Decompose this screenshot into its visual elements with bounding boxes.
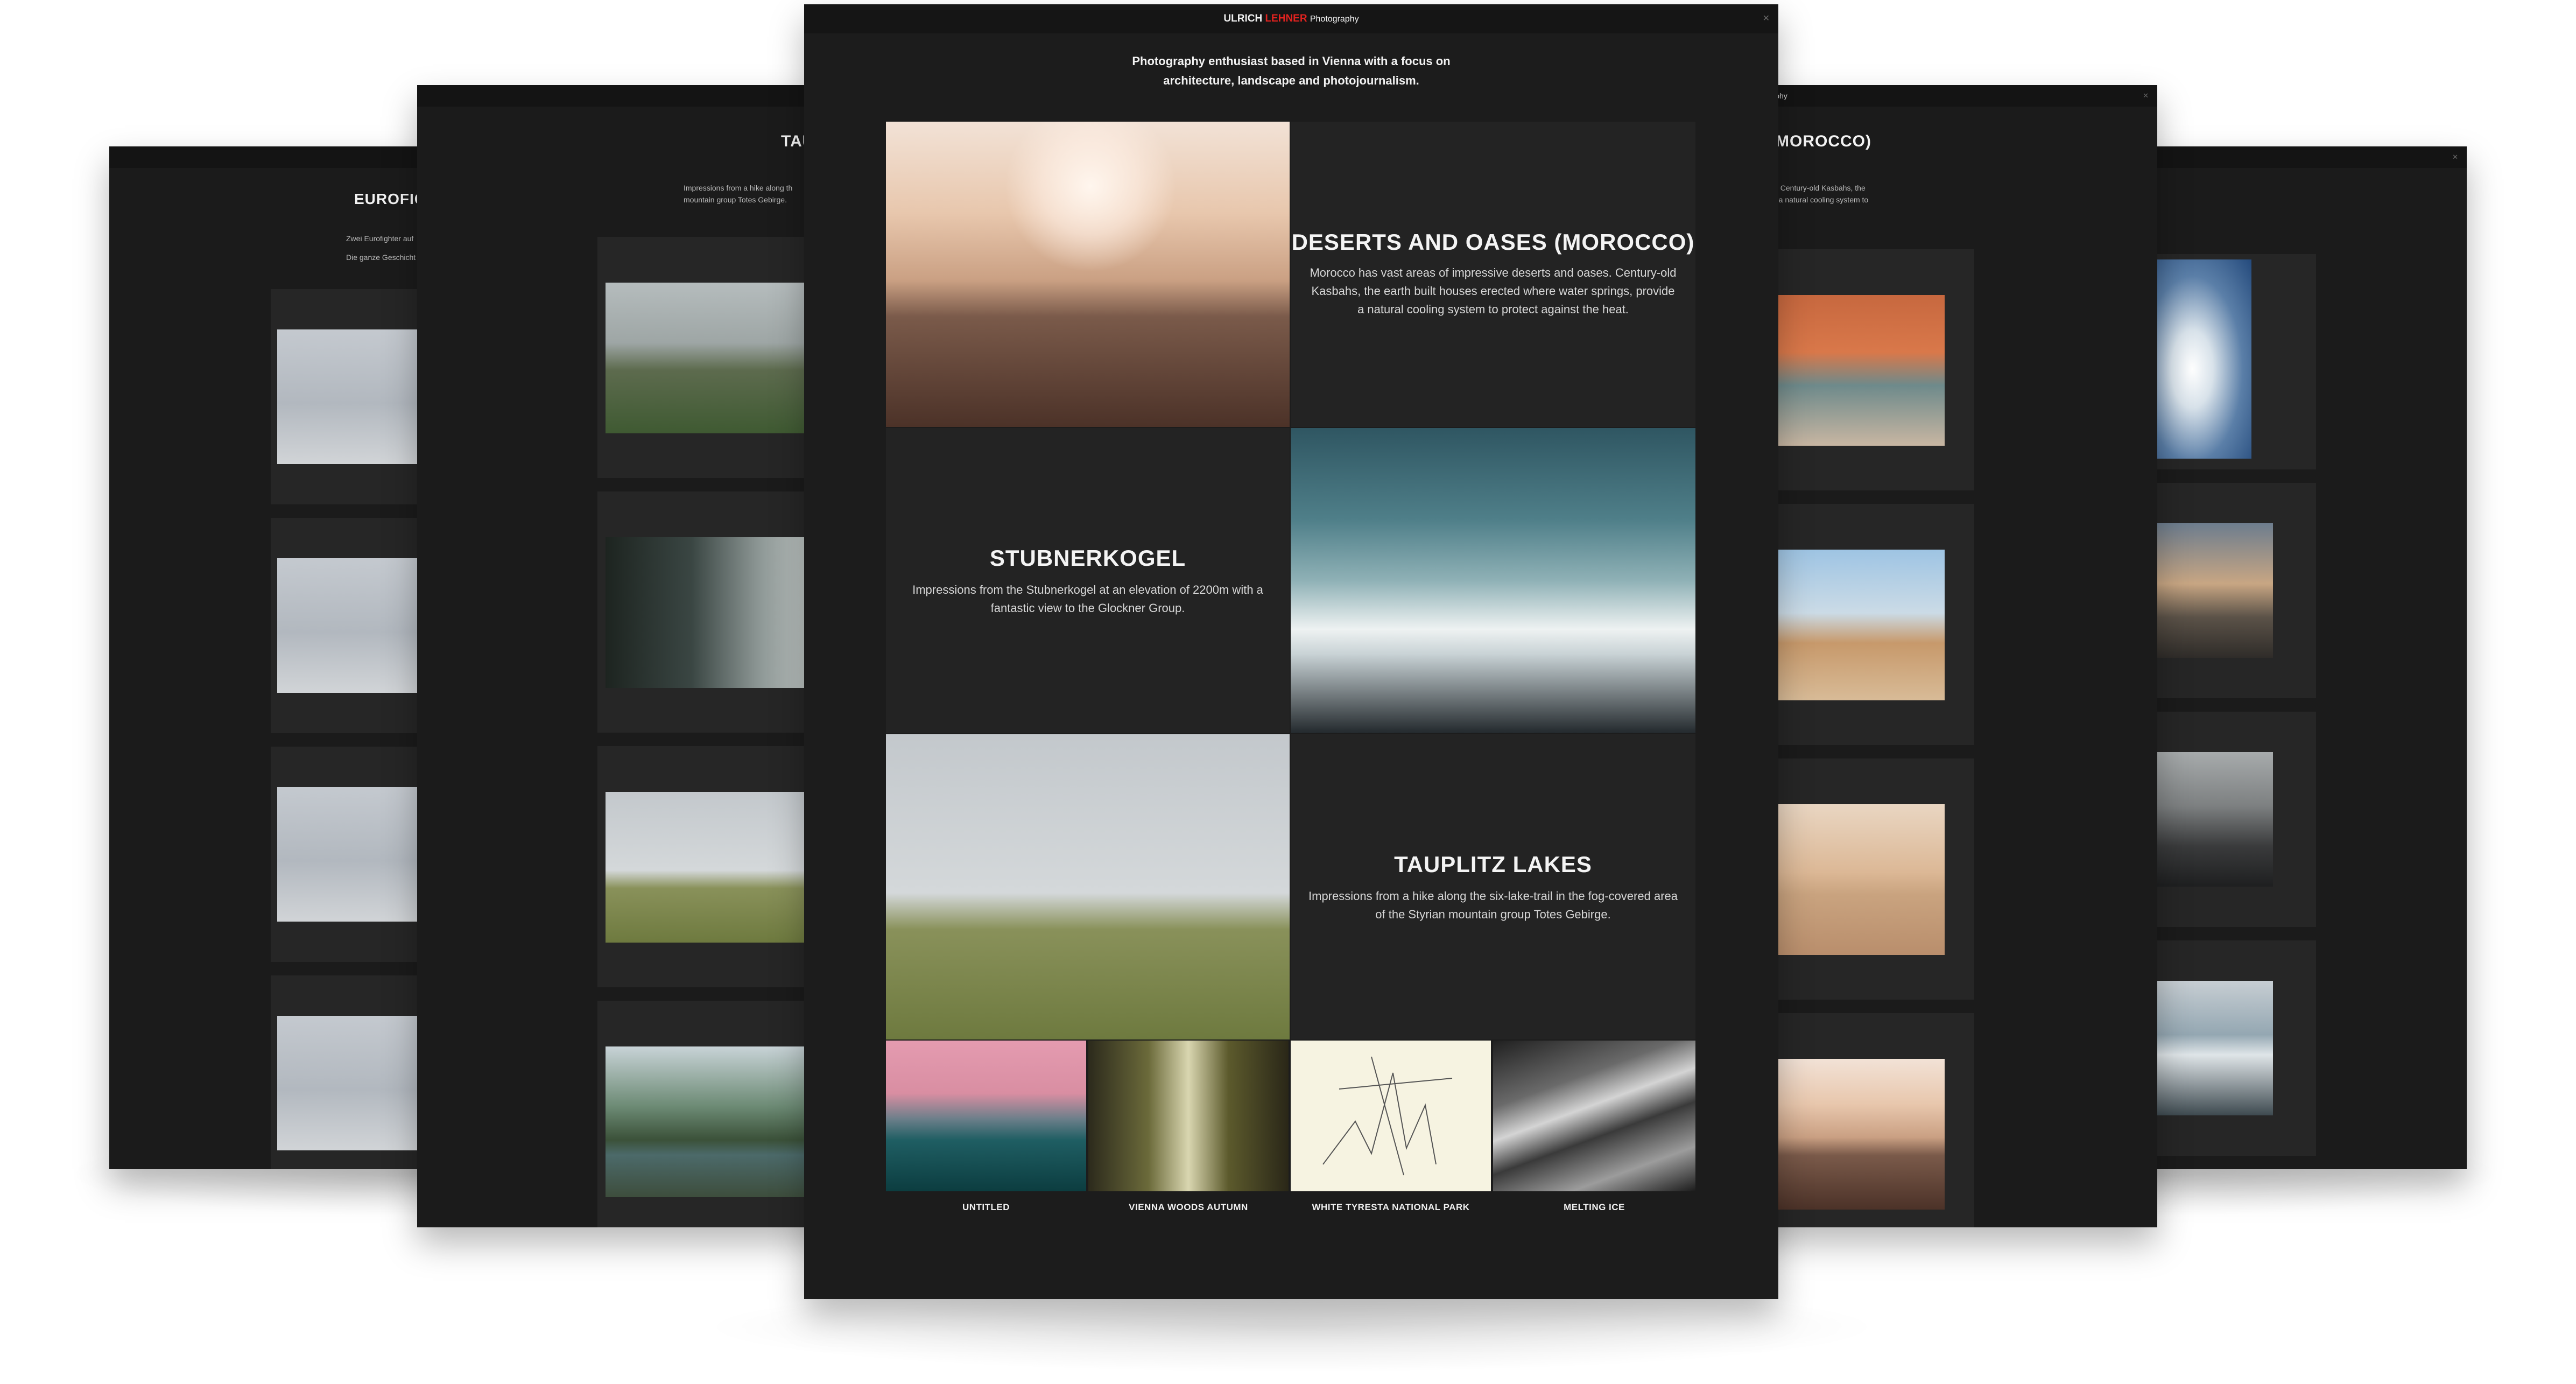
gallery-title: STUBNERKOGEL — [989, 545, 1186, 571]
left-intro-line1: Impressions from a hike along th — [684, 184, 793, 192]
thumbnail-caption[interactable]: VIENNA WOODS AUTUMN — [1088, 1202, 1289, 1213]
foggy-forest-photo — [606, 537, 821, 688]
thumbnail-white-tyresta[interactable] — [1291, 1041, 1491, 1191]
gallery-card-stubnerkogel[interactable]: STUBNERKOGEL Impressions from the Stubne… — [886, 428, 1290, 733]
close-icon[interactable]: ✕ — [1763, 4, 1770, 33]
tauplitz-lakes-photo[interactable] — [886, 734, 1290, 1039]
sun-glow — [1004, 122, 1177, 272]
deserts-oases-photo[interactable] — [886, 122, 1290, 427]
site-header: ULRICH LEHNER Photography — [804, 4, 1778, 33]
thumbnail-caption[interactable]: WHITE TYRESTA NATIONAL PARK — [1291, 1202, 1491, 1213]
main-page: ULRICH LEHNER Photography ✕ Photography … — [804, 4, 1778, 1299]
gallery-title: DESERTS AND OASES (MOROCCO) — [1291, 229, 1695, 255]
thumbnail-melting-ice[interactable] — [1493, 1041, 1695, 1191]
right-topbar: graphy — [1727, 85, 2157, 107]
close-icon[interactable]: ✕ — [2452, 146, 2458, 168]
thumbnail-untitled[interactable] — [886, 1041, 1086, 1191]
right-page-preview: graphy ✕ (MOROCCO) s. Century-old Kasbah… — [1727, 85, 2157, 1227]
gallery-card-deserts-oases[interactable]: DESERTS AND OASES (MOROCCO) Morocco has … — [1291, 122, 1695, 427]
left-intro-line2: mountain group Totes Gebirge. — [684, 195, 787, 204]
thumbnail-vienna-woods-autumn[interactable] — [1088, 1041, 1289, 1191]
thumbnail-caption[interactable]: UNTITLED — [886, 1202, 1086, 1213]
thumbnail-caption[interactable]: MELTING ICE — [1493, 1202, 1695, 1213]
gallery-description: Impressions from a hike along the six-la… — [1308, 889, 1678, 921]
brand-first-name[interactable]: ULRICH — [1223, 13, 1262, 24]
stubnerkogel-photo[interactable] — [1291, 428, 1695, 733]
right-intro-line2: e a natural cooling system to — [1772, 195, 1869, 204]
gallery-description: Morocco has vast areas of impressive des… — [1310, 266, 1677, 316]
gallery-description: Impressions from the Stubnerkogel at an … — [912, 583, 1263, 615]
right-intro-line1: s. Century-old Kasbahs, the — [1772, 184, 1866, 192]
brand-last-name[interactable]: LEHNER — [1265, 13, 1307, 24]
close-icon[interactable]: ✕ — [2143, 85, 2149, 107]
far-left-intro-line2: Die ganze Geschicht — [346, 253, 416, 262]
sketch-lines — [1322, 1056, 1453, 1176]
far-left-page-title: EUROFIG — [354, 191, 427, 207]
mountain-lake-photo — [606, 1046, 821, 1197]
brand-suffix[interactable]: Photography — [1310, 15, 1359, 24]
foggy-meadow-photo — [606, 283, 821, 433]
right-page-title: (MOROCCO) — [1770, 132, 1871, 150]
left-page-preview: TAU Impressions from a hike along th mou… — [417, 85, 848, 1227]
intro-line1: Photography enthusiast based in Vienna w… — [1132, 54, 1451, 68]
hut-photo — [606, 792, 821, 943]
gallery-card-tauplitz-lakes[interactable]: TAUPLITZ LAKES Impressions from a hike a… — [1291, 734, 1695, 1039]
gallery-title: TAUPLITZ LAKES — [1394, 852, 1592, 877]
intro-line2: architecture, landscape and photojournal… — [1163, 74, 1419, 87]
far-left-intro-line1: Zwei Eurofighter auf — [346, 234, 414, 243]
left-topbar — [417, 85, 848, 107]
